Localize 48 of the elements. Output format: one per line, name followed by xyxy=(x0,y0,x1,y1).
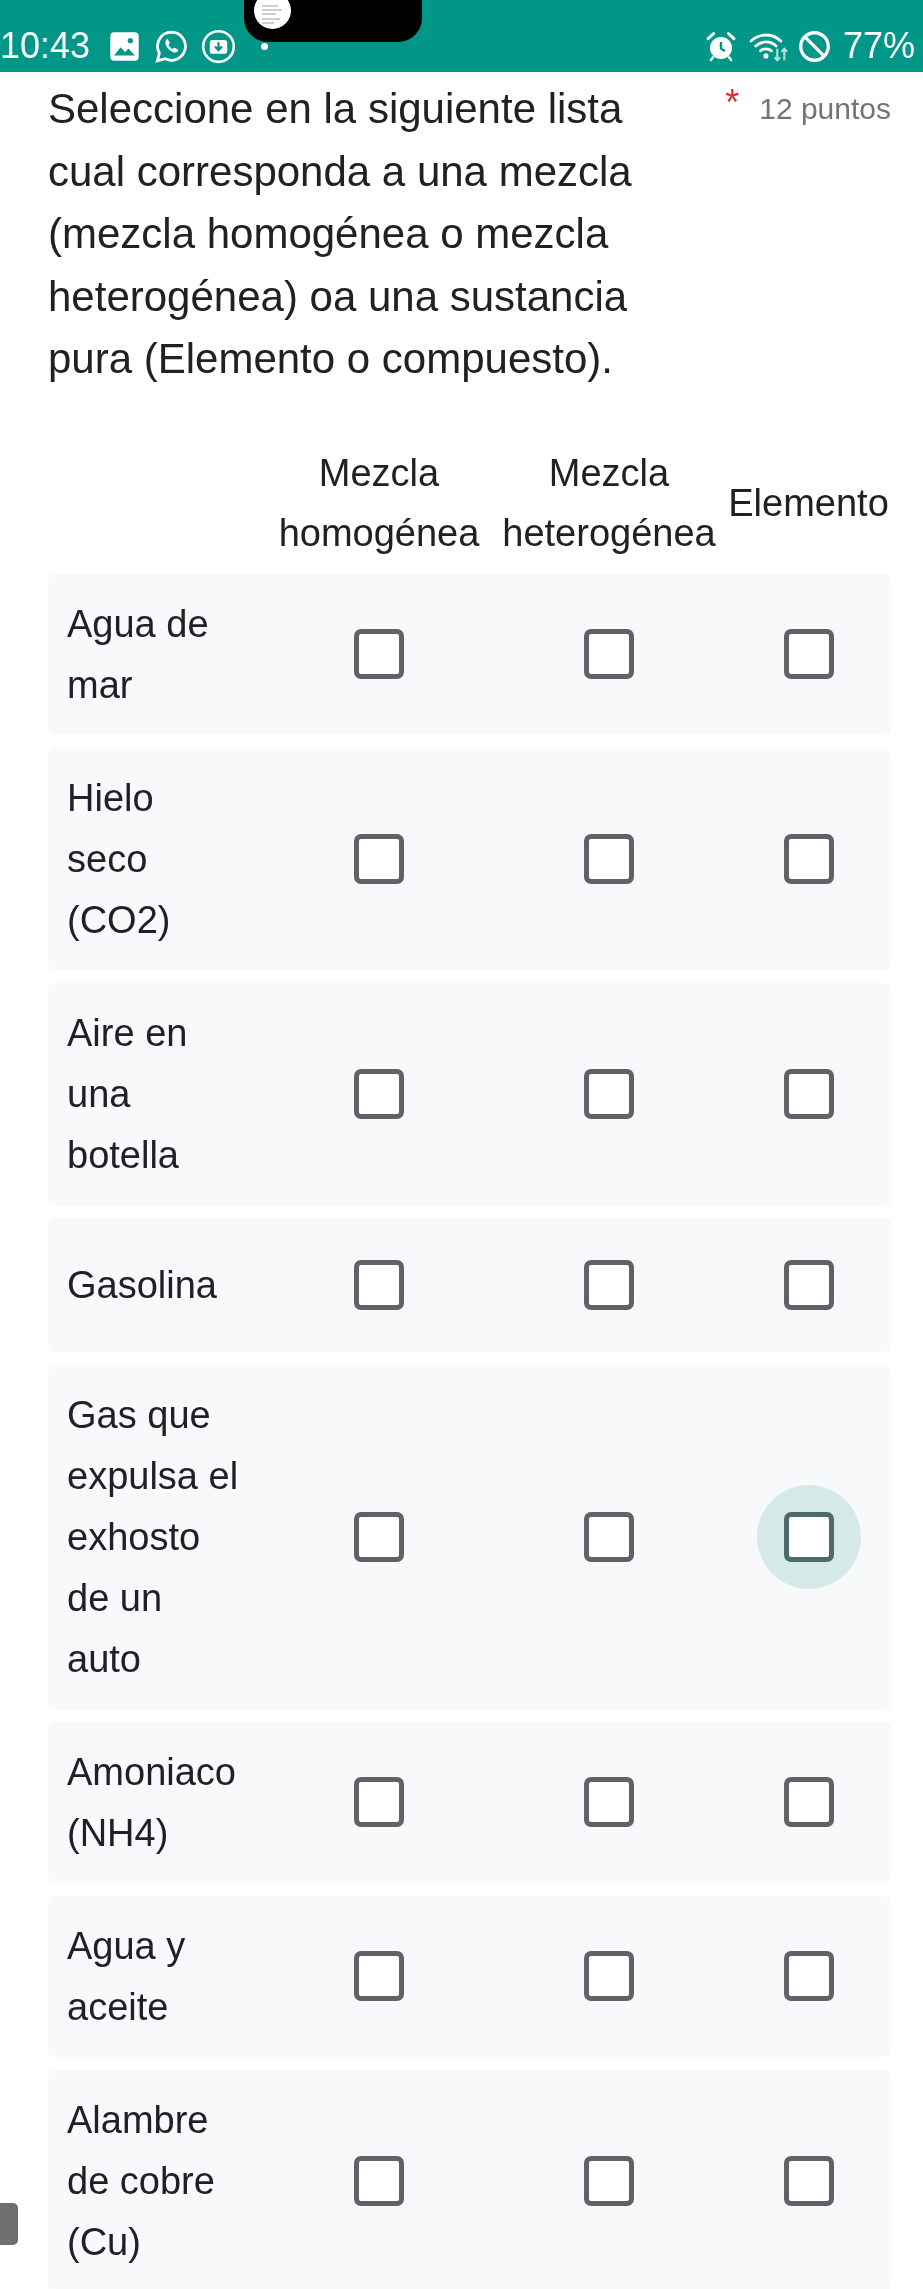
row-label: Alambre de cobre (Cu) xyxy=(66,2097,216,2265)
column-header: Elemento xyxy=(727,480,890,526)
phone-chat-icon xyxy=(154,28,190,64)
checkbox[interactable] xyxy=(354,629,404,679)
battery-percentage: 77% xyxy=(842,26,915,66)
checkbox[interactable] xyxy=(783,1068,834,1119)
row-label: Aire en una botella xyxy=(66,1010,189,1178)
checkbox[interactable] xyxy=(584,1951,634,2001)
checkbox[interactable] xyxy=(584,1068,634,1119)
checkbox[interactable] xyxy=(783,2155,834,2206)
column-header: Mezcla homogénea xyxy=(277,450,481,556)
notification-dot-icon xyxy=(261,42,269,50)
checkbox[interactable] xyxy=(584,2155,634,2206)
clock-time: 10:43 xyxy=(0,26,91,66)
row-label: Amoniaco (NH4) xyxy=(66,1749,237,1856)
row-label: Hielo seco (CO2) xyxy=(66,775,172,943)
document-bubble-icon[interactable] xyxy=(254,0,291,29)
checkbox[interactable] xyxy=(783,629,834,679)
image-icon xyxy=(109,30,141,62)
row-label: Agua y aceite xyxy=(66,1923,187,2030)
checkbox[interactable] xyxy=(584,833,634,884)
row-label: Gas que expulsa el exhosto de un auto xyxy=(66,1392,240,1682)
block-icon xyxy=(797,29,831,63)
checkbox[interactable] xyxy=(783,1511,834,1562)
checkbox[interactable] xyxy=(783,1951,834,2001)
edge-panel-handle[interactable] xyxy=(0,2203,18,2245)
row-label: Agua de mar xyxy=(66,601,210,708)
alarm-clock-icon xyxy=(704,30,737,62)
required-asterisk: * xyxy=(725,81,740,125)
checkbox[interactable] xyxy=(354,1511,404,1562)
checkbox[interactable] xyxy=(354,1259,404,1310)
checkbox[interactable] xyxy=(584,1777,634,1827)
checkbox[interactable] xyxy=(354,2155,404,2206)
column-header: Mezcla heterogénea xyxy=(501,450,717,556)
question-text: Seleccione en la siguiente lista cual corresponda a una mezcla (mezcla homogénea o mezcla heterogénea) oa una sustancia pura (Elemento o compuesto). xyxy=(48,84,633,384)
checkbox[interactable] xyxy=(354,1777,404,1827)
checkbox[interactable] xyxy=(783,1777,834,1827)
checkbox[interactable] xyxy=(354,1068,404,1119)
row-label: Gasolina xyxy=(66,1262,218,1308)
checkbox[interactable] xyxy=(783,833,834,884)
checkbox[interactable] xyxy=(584,629,634,679)
points-label: 12 puntos xyxy=(759,91,891,127)
download-icon xyxy=(201,28,237,64)
checkbox[interactable] xyxy=(783,1259,834,1310)
checkbox[interactable] xyxy=(584,1511,634,1562)
checkbox[interactable] xyxy=(584,1259,634,1310)
checkbox[interactable] xyxy=(354,1951,404,2001)
checkbox[interactable] xyxy=(354,833,404,884)
